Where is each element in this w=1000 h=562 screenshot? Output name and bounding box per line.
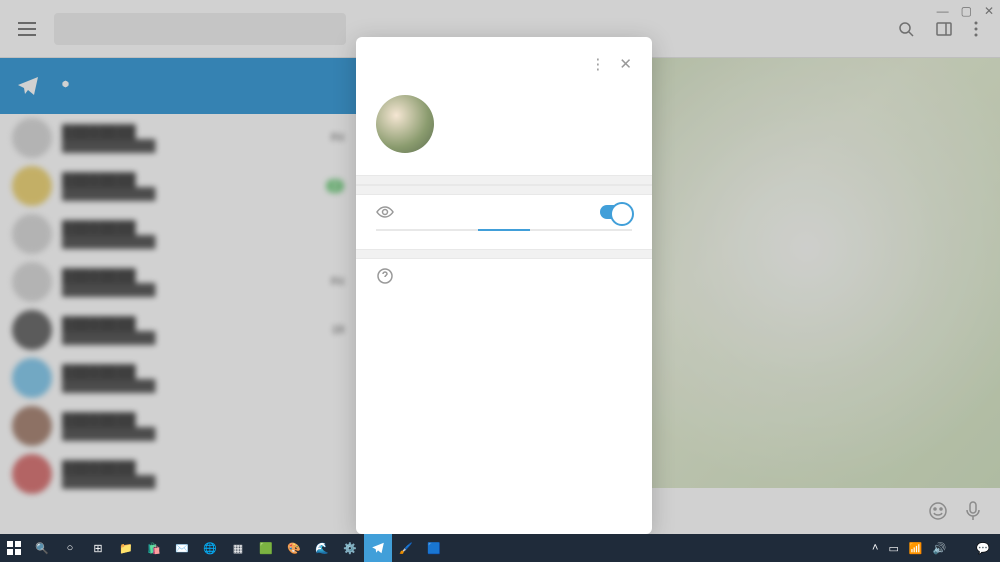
app-icon[interactable]: 🎨 xyxy=(280,534,308,562)
search-button[interactable]: 🔍 xyxy=(28,534,56,562)
app-icon[interactable]: 🟦 xyxy=(420,534,448,562)
scale-toggle[interactable] xyxy=(600,205,632,219)
divider xyxy=(356,185,652,195)
scale-options[interactable] xyxy=(356,229,652,249)
telegram-taskbar-icon[interactable] xyxy=(364,534,392,562)
interface-scale-row[interactable] xyxy=(356,195,652,229)
app-icon[interactable]: 🟩 xyxy=(252,534,280,562)
settings-modal: ⋮ ✕ xyxy=(356,37,652,534)
volume-icon[interactable]: 🔊 xyxy=(933,542,947,555)
eye-icon xyxy=(376,203,404,221)
start-button[interactable] xyxy=(0,534,28,562)
taskview-button[interactable]: ⊞ xyxy=(84,534,112,562)
kebab-icon[interactable]: ⋮ xyxy=(590,55,605,73)
divider xyxy=(356,249,652,259)
settings-icon[interactable]: ⚙️ xyxy=(336,534,364,562)
chrome-icon[interactable]: 🌐 xyxy=(196,534,224,562)
help-icon xyxy=(376,267,404,285)
store-icon[interactable]: 🛍️ xyxy=(140,534,168,562)
wifi-icon[interactable]: 📶 xyxy=(909,542,923,555)
cortana-button[interactable]: ○ xyxy=(56,534,84,562)
taskbar: 🔍 ○ ⊞ 📁 🛍️ ✉️ 🌐 ▦ 🟩 🎨 🌊 ⚙️ 🖌️ 🟦 ˄ ▭ 📶 🔊 … xyxy=(0,534,1000,562)
app-icon[interactable]: 🖌️ xyxy=(392,534,420,562)
profile-section[interactable] xyxy=(356,85,652,175)
edge-icon[interactable]: 🌊 xyxy=(308,534,336,562)
avatar xyxy=(376,95,434,153)
divider xyxy=(356,175,652,185)
battery-icon[interactable]: ▭ xyxy=(888,542,898,555)
notification-icon[interactable]: 💬 xyxy=(976,542,990,555)
tray-up-icon[interactable]: ˄ xyxy=(872,542,878,554)
faq-row[interactable] xyxy=(356,259,652,293)
mail-icon[interactable]: ✉️ xyxy=(168,534,196,562)
close-icon[interactable]: ✕ xyxy=(619,55,632,73)
explorer-icon[interactable]: 📁 xyxy=(112,534,140,562)
app-icon[interactable]: ▦ xyxy=(224,534,252,562)
